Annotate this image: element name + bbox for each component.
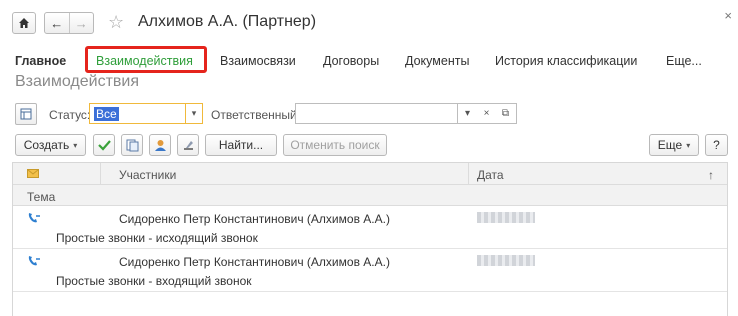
title-bar: ← → ☆ Алхимов А.А. (Партнер) ×	[0, 0, 738, 40]
chevron-down-icon: ▾	[686, 140, 691, 150]
responsible-field[interactable]	[295, 103, 458, 124]
window-title: Алхимов А.А. (Партнер)	[138, 13, 317, 30]
column-separator	[468, 163, 469, 185]
home-button[interactable]	[12, 12, 36, 34]
assign-contact-button[interactable]	[149, 134, 171, 156]
create-button[interactable]: Создать ▾	[15, 134, 86, 156]
toolbar: Создать ▾ Найти... Отменить поиск Еще ▾ ?	[0, 134, 738, 158]
responsible-dropdown-icon[interactable]: ▾	[458, 108, 477, 119]
status-field[interactable]: Все	[89, 103, 186, 124]
more-label: Еще	[657, 138, 683, 152]
sort-arrow-icon[interactable]: ↑	[708, 168, 714, 182]
table-row[interactable]: Сидоренко Петр Константинович (Алхимов А…	[13, 250, 727, 292]
stamp-icon	[183, 140, 193, 150]
date-cell-redacted	[477, 255, 535, 266]
column-header-participants[interactable]: Участники	[119, 168, 176, 182]
clear-icon[interactable]: ×	[477, 108, 496, 119]
cancel-search-button[interactable]: Отменить поиск	[283, 134, 387, 156]
phone-icon	[28, 213, 40, 223]
more-button[interactable]: Еще ▾	[649, 134, 699, 156]
tab-relations[interactable]: Взаимосвязи	[220, 54, 296, 68]
copy-document-button[interactable]	[121, 134, 143, 156]
table-header: Участники Дата ↑	[13, 163, 727, 185]
tab-contracts[interactable]: Договоры	[323, 54, 379, 68]
row-main-line: Сидоренко Петр Константинович (Алхимов А…	[13, 250, 727, 272]
active-tab-highlight	[85, 46, 207, 73]
checkmark-icon	[97, 140, 111, 151]
responsible-label: Ответственный:	[211, 108, 301, 122]
column-header-subject[interactable]: Тема	[27, 190, 55, 204]
chevron-down-icon: ▾	[191, 108, 197, 118]
subject-cell: Простые звонки - исходящий звонок	[56, 231, 258, 245]
column-separator	[100, 163, 101, 185]
participants-cell: Сидоренко Петр Константинович (Алхимов А…	[119, 212, 390, 226]
history-buttons: ← →	[44, 12, 94, 34]
list-settings-button[interactable]	[15, 103, 37, 125]
table-row[interactable]: Сидоренко Петр Константинович (Алхимов А…	[13, 207, 727, 249]
row-main-line: Сидоренко Петр Константинович (Алхимов А…	[13, 207, 727, 229]
table-row-empty	[13, 293, 727, 316]
create-label: Создать	[23, 138, 70, 152]
help-button[interactable]: ?	[705, 134, 728, 156]
back-button[interactable]: ←	[45, 13, 69, 33]
close-icon[interactable]: ×	[724, 8, 732, 23]
date-cell-redacted	[477, 212, 535, 223]
status-dropdown-button[interactable]: ▾	[186, 103, 203, 124]
stamp-button[interactable]	[177, 134, 199, 156]
column-header-date[interactable]: Дата	[477, 168, 504, 182]
home-icon	[19, 18, 29, 28]
interactions-table: Участники Дата ↑ Тема Сидоренко Петр Кон…	[12, 162, 728, 316]
table-icon	[20, 108, 32, 120]
responsible-buttons: ▾ × ⧉	[458, 103, 517, 124]
participants-cell: Сидоренко Петр Константинович (Алхимов А…	[119, 255, 390, 269]
favorite-star-icon[interactable]: ☆	[108, 12, 124, 32]
person-icon	[154, 139, 166, 151]
tab-documents[interactable]: Документы	[405, 54, 469, 68]
envelope-icon	[27, 169, 39, 178]
table-subheader: Тема	[13, 185, 727, 206]
document-copy-icon	[126, 139, 138, 151]
filter-row: Статус: Все ▾ Ответственный: ▾ × ⧉	[0, 101, 738, 127]
find-button[interactable]: Найти...	[205, 134, 277, 156]
tab-classification-history[interactable]: История классификации	[495, 54, 637, 68]
open-icon[interactable]: ⧉	[496, 108, 515, 119]
status-label: Статус:	[49, 108, 91, 122]
mark-done-button[interactable]	[93, 134, 115, 156]
tab-main[interactable]: Главное	[15, 54, 66, 68]
subject-cell: Простые звонки - входящий звонок	[56, 274, 252, 288]
chevron-down-icon: ▾	[73, 140, 78, 150]
forward-button[interactable]: →	[70, 13, 94, 33]
tab-more[interactable]: Еще...	[666, 54, 702, 68]
page-title: Взаимодействия	[15, 73, 139, 90]
status-value: Все	[94, 107, 119, 121]
phone-icon	[28, 256, 40, 266]
